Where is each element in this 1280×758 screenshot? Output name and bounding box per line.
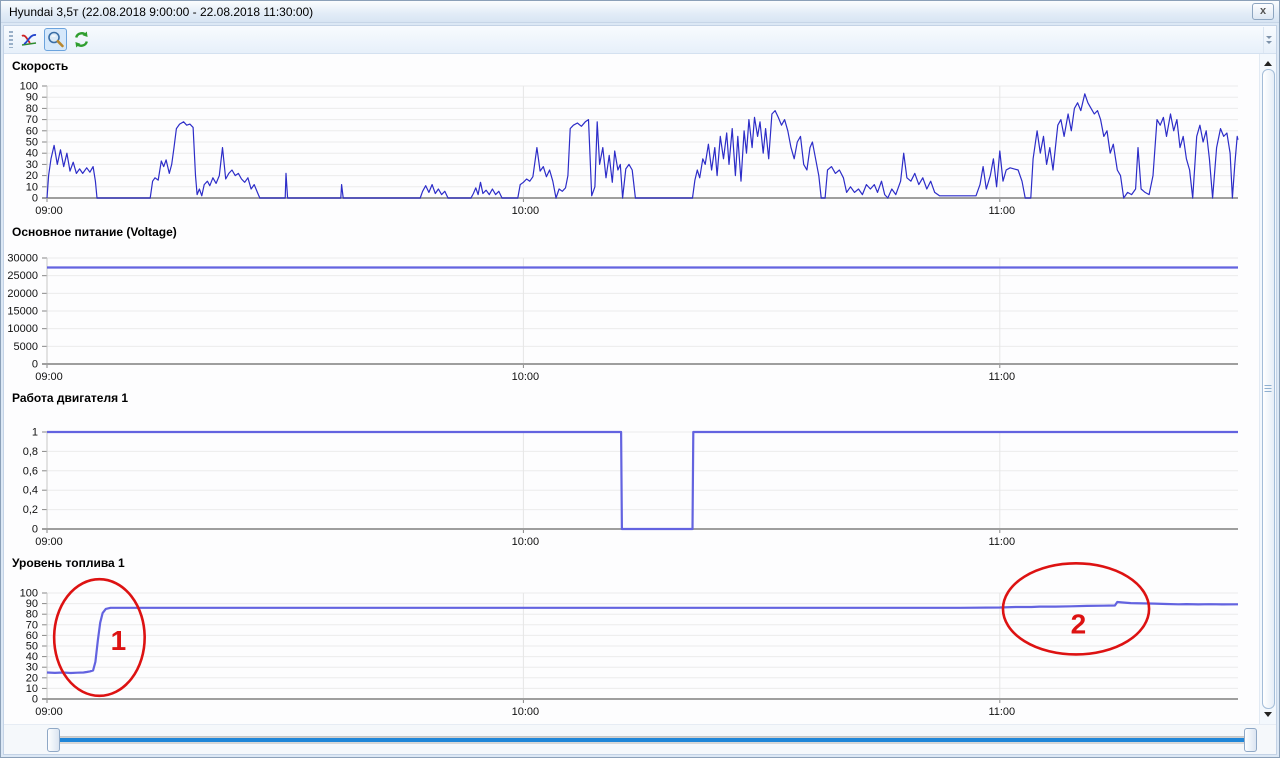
svg-text:10:00: 10:00 [512,371,540,383]
annotation-ellipse-1 [54,579,145,696]
chart-canvas: 0 5000 10000 15000 20000 25000 30000 09:00 10:00… [4,242,1254,388]
chart-canvas: 0 0,2 0,4 0,6 0,8 1 09:00 10:00 11:00 [4,408,1254,553]
svg-text:0,6: 0,6 [23,465,38,477]
svg-text:10:00: 10:00 [512,205,540,217]
toolbar-overflow-icon [1266,41,1272,44]
svg-text:0: 0 [32,359,38,371]
vertical-scrollbar[interactable] [1259,54,1276,724]
chart-voltage[interactable]: 0 5000 10000 15000 20000 25000 30000 09:00 10:00… [4,242,1259,388]
svg-text:10:00: 10:00 [512,536,540,548]
chart-panel-speed: Скорость 0102030405060708090100 09:00 10:0… [4,59,1259,222]
svg-text:70: 70 [26,114,38,126]
svg-text:40: 40 [26,148,38,160]
svg-text:0,2: 0,2 [23,504,38,516]
svg-text:0: 0 [32,694,38,706]
chart-title-voltage: Основное питание (Voltage) [4,225,1259,242]
refresh-icon [72,30,91,49]
close-button[interactable]: x [1252,3,1274,20]
svg-text:11:00: 11:00 [988,536,1015,548]
svg-text:30000: 30000 [7,253,38,265]
svg-text:0,8: 0,8 [23,446,38,458]
svg-text:09:00: 09:00 [35,536,63,548]
svg-text:0,4: 0,4 [23,485,38,497]
annotation-label-1: 1 [111,625,127,656]
svg-text:50: 50 [26,137,38,149]
content-area: Скорость 010203040506070809010009:0010:0… [4,54,1276,724]
svg-text:25000: 25000 [7,270,38,282]
svg-text:60: 60 [26,125,38,137]
svg-text:10:00: 10:00 [512,706,540,718]
svg-text:30: 30 [26,159,38,171]
svg-text:90: 90 [26,598,38,610]
timeline-slider-right-thumb[interactable] [1244,728,1257,752]
charts-column: Скорость 010203040506070809010009:0010:0… [4,54,1259,724]
chart-title-fuel: Уровень топлива 1 [4,556,1259,573]
chart-canvas: 0102030405060708090100 09:00 10:00 11:00 1 2 [4,573,1254,723]
svg-text:09:00: 09:00 [35,205,63,217]
chart-title-engine: Работа двигателя 1 [4,391,1259,408]
toolbar-overflow-icon [1266,36,1272,39]
svg-text:09:00: 09:00 [35,706,63,718]
app-window: Hyundai 3,5т (22.08.2018 9:00:00 - 22.08… [0,0,1280,758]
svg-text:0: 0 [32,524,38,536]
svg-text:10: 10 [26,181,38,193]
chart-fuel[interactable]: 0102030405060708090100 09:00 10:00 11:00 1 2 [4,573,1259,723]
timeline-slider [4,724,1276,754]
scrollbar-grip-icon [1265,385,1272,393]
chart-panel-engine: Работа двигателя 1 0 0,2 0,4 0,6 0,8 1 09:00 10… [4,391,1259,553]
svg-text:30: 30 [26,662,38,674]
svg-text:70: 70 [26,619,38,631]
svg-text:11:00: 11:00 [988,205,1015,217]
chart-panel-fuel: Уровень топлива 1 0102030405060708090100… [4,556,1259,723]
svg-text:10000: 10000 [7,323,38,335]
svg-text:50: 50 [26,641,38,653]
svg-text:0: 0 [32,193,38,205]
svg-text:100: 100 [20,81,38,93]
vertical-scrollbar-thumb[interactable] [1262,69,1275,709]
svg-text:40: 40 [26,651,38,663]
window-title: Hyundai 3,5т (22.08.2018 9:00:00 - 22.08… [9,5,313,19]
scroll-up-icon[interactable] [1264,61,1272,66]
svg-text:60: 60 [26,630,38,642]
zoom-icon [46,30,65,49]
chart-icon [20,30,39,49]
svg-text:5000: 5000 [14,341,38,353]
toolbar [4,26,1276,54]
refresh-tool-button[interactable] [70,28,93,51]
svg-text:90: 90 [26,92,38,104]
timeline-slider-range [60,738,1246,742]
title-bar: Hyundai 3,5т (22.08.2018 9:00:00 - 22.08… [1,1,1279,23]
zoom-tool-button[interactable] [44,28,67,51]
chart-canvas: 0102030405060708090100 09:00 10:00 11:00 [4,76,1254,222]
svg-text:20: 20 [26,672,38,684]
svg-text:15000: 15000 [7,306,38,318]
chart-engine[interactable]: 0 0,2 0,4 0,6 0,8 1 09:00 10:00 11:00 [4,408,1259,553]
svg-text:10: 10 [26,683,38,695]
svg-text:20000: 20000 [7,288,38,300]
window-body: Скорость 010203040506070809010009:0010:0… [3,25,1277,755]
svg-text:09:00: 09:00 [35,371,63,383]
svg-text:1: 1 [32,427,38,439]
svg-text:80: 80 [26,609,38,621]
svg-text:100: 100 [20,588,38,600]
svg-text:11:00: 11:00 [988,706,1015,718]
chart-title-speed: Скорость [4,59,1259,76]
svg-text:20: 20 [26,170,38,182]
timeline-slider-left-thumb[interactable] [47,728,60,752]
annotation-label-2: 2 [1071,608,1087,639]
chart-speed[interactable]: 0102030405060708090100 09:00 10:00 11:00 [4,76,1259,222]
svg-text:11:00: 11:00 [988,371,1015,383]
toolbar-overflow-button[interactable] [1263,27,1274,53]
chart-tool-button[interactable] [18,28,41,51]
svg-text:80: 80 [26,103,38,115]
chart-panel-voltage: Основное питание (Voltage) 0 5000 10000 150… [4,225,1259,388]
toolbar-grip-handle[interactable] [9,31,13,48]
scroll-down-icon[interactable] [1264,712,1272,717]
